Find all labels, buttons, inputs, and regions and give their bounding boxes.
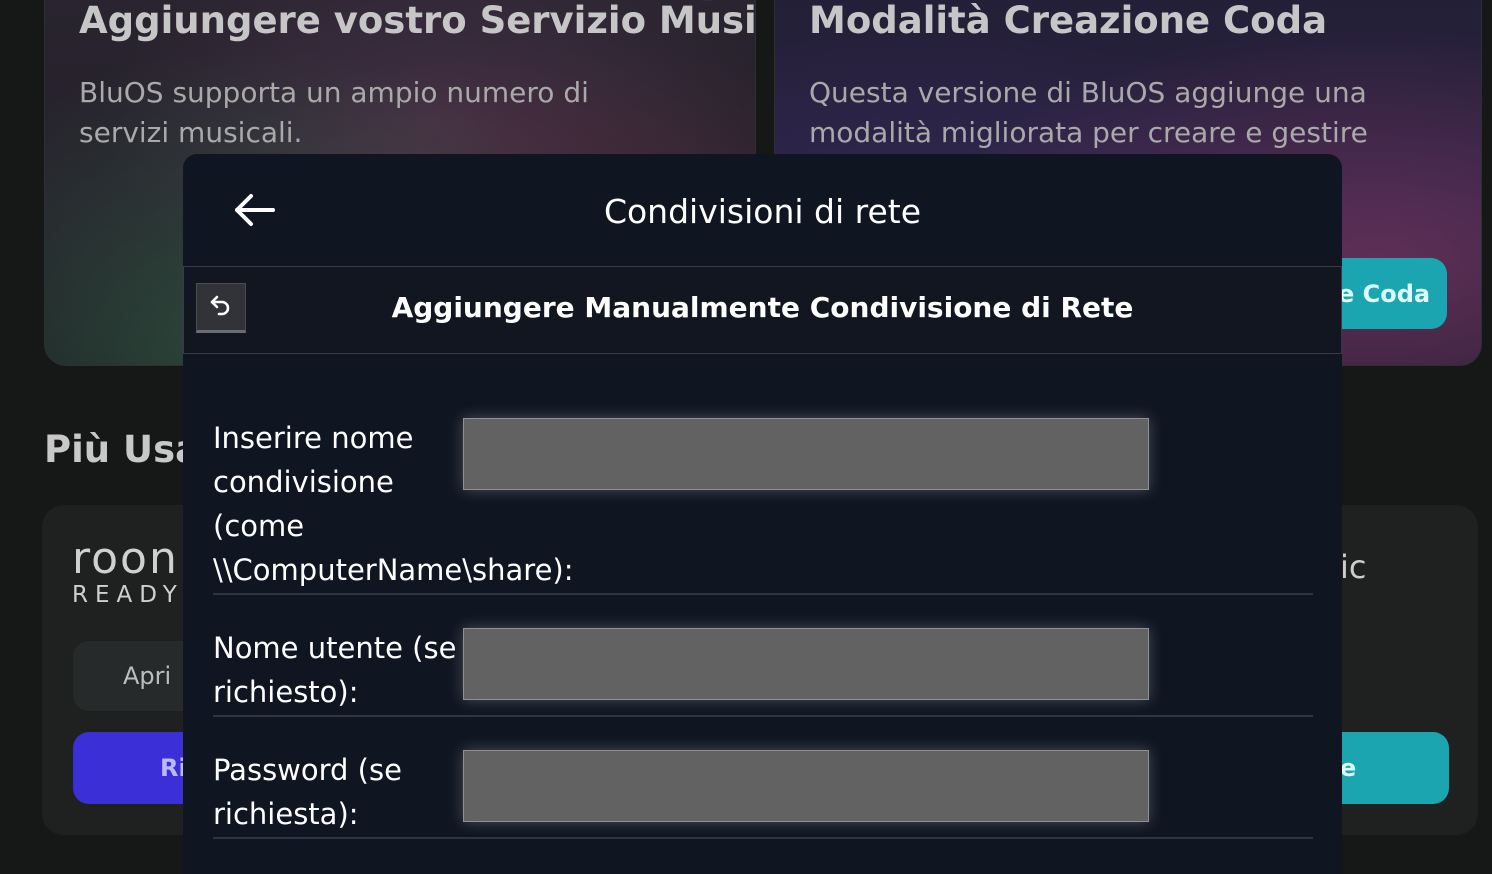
queue-mode-card-title: Modalità Creazione Coda [809,0,1328,42]
music-service-card-description: BluOS supporta un ampio numero di serviz… [79,76,589,149]
username-input[interactable] [463,628,1149,700]
sub-header-title: Aggiungere Manualmente Condivisione di R… [391,291,1134,324]
sub-header-bar: Aggiungere Manualmente Condivisione di R… [183,266,1342,354]
roon-ready-text: READY [72,582,184,608]
password-input[interactable] [463,750,1149,822]
dialog-title: Condivisioni di rete [603,192,922,231]
share-name-row: Inserire nome condivisione (come \\Compu… [213,416,1313,595]
network-shares-dialog: Condivisioni di rete Aggiungere Manualme… [183,154,1342,874]
queue-mode-card-description: Questa versione di BluOS aggiunge una mo… [809,76,1368,149]
password-label: Password (se richiesta): [213,753,402,831]
teal-action-button-label: e [1340,754,1357,782]
username-label: Nome utente (se richiesto): [213,631,457,709]
roon-logo-text: roon [72,533,179,584]
dialog-header: Condivisioni di rete [183,154,1342,266]
partial-service-name: ic [1340,548,1367,586]
queue-mode-button-label: e Coda [1338,279,1431,308]
username-row: Nome utente (se richiesto): [213,626,1313,717]
music-service-card-title: Aggiungere vostro Servizio Musi... [79,0,756,42]
roon-ready-logo: roon READY [72,533,184,610]
share-name-input[interactable] [463,418,1149,490]
password-row: Password (se richiesta): [213,748,1313,839]
